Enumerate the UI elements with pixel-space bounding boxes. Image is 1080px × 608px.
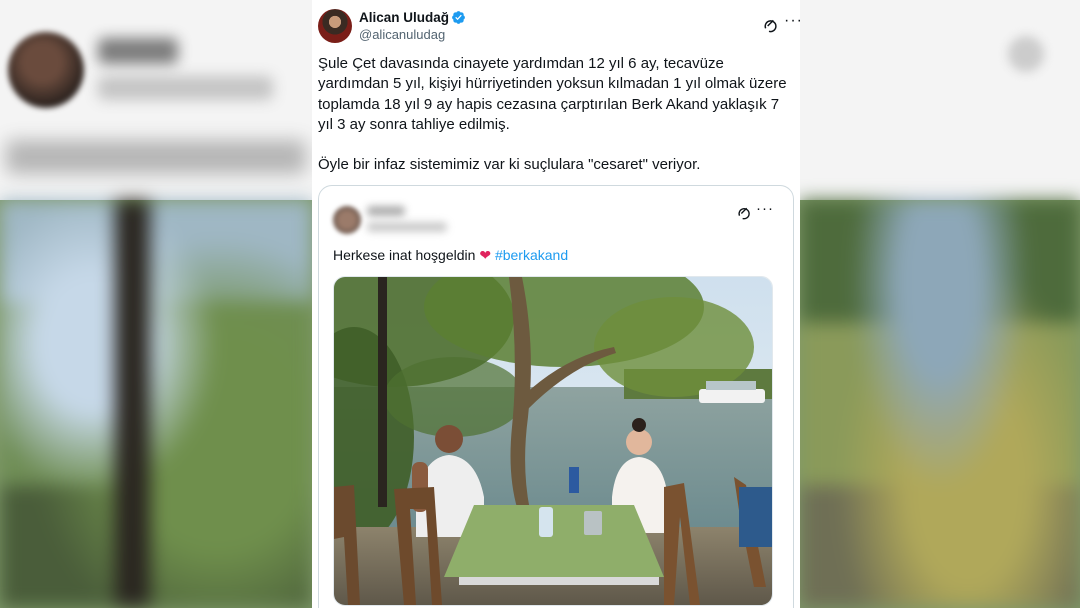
tweet-paragraph-2: Öyle bir infaz sistemimiz var ki suçlula… — [318, 156, 701, 174]
background-photo-right — [800, 200, 1080, 608]
background-text — [6, 140, 306, 174]
photo-illustration — [334, 277, 772, 605]
background-icon — [1008, 36, 1044, 72]
hashtag-link[interactable]: #berkakand — [495, 247, 568, 263]
author-handle[interactable]: @alicanuludag — [359, 27, 445, 42]
tweet-body: Şule Çet davasında cinayete yardımdan 12… — [318, 54, 794, 175]
background-avatar — [8, 32, 84, 108]
tweet-header: Alican Uludağ @alicanuludag ··· — [318, 8, 800, 44]
more-icon[interactable]: ··· — [784, 12, 800, 30]
background-handle — [98, 76, 273, 100]
quoted-avatar — [333, 206, 361, 234]
quoted-more-icon[interactable]: ··· — [756, 200, 774, 217]
quoted-author-handle-blurred — [367, 222, 447, 232]
quoted-tweet[interactable]: ··· Herkese inat hoşgeldin ❤ #berkakand — [318, 185, 794, 608]
author-avatar[interactable] — [318, 9, 352, 43]
grok-icon[interactable] — [737, 206, 752, 221]
verified-badge-icon — [452, 11, 465, 24]
quoted-text-content: Herkese inat hoşgeldin — [333, 247, 476, 263]
quoted-text: Herkese inat hoşgeldin ❤ #berkakand — [333, 247, 568, 264]
tweet-paragraph-1: Şule Çet davasında cinayete yardımdan 12… — [318, 55, 787, 133]
author-name[interactable]: Alican Uludağ — [359, 10, 449, 25]
grok-icon[interactable] — [763, 18, 779, 34]
background-name — [98, 38, 178, 64]
background-photo-left — [0, 200, 312, 608]
tweet-card: Alican Uludağ @alicanuludag ··· Şule Çet… — [312, 0, 800, 608]
heart-emoji: ❤ — [479, 247, 492, 263]
quoted-author-name-blurred — [367, 206, 405, 216]
quoted-photo[interactable] — [333, 276, 773, 606]
